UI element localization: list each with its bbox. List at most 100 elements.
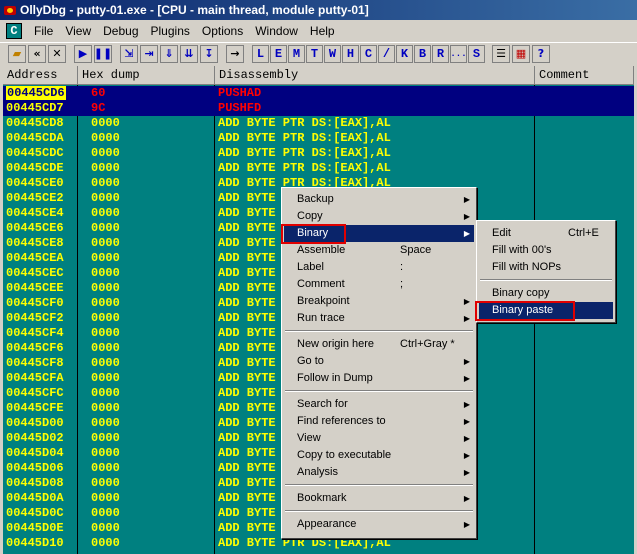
log-window-button[interactable]: L [252,44,269,63]
hex-cell: 0000 [91,506,120,520]
menu-item-breakpoint[interactable]: Breakpoint ▶ [284,293,474,310]
menu-window[interactable]: Window [249,22,304,40]
hex-cell: 0000 [91,221,120,235]
address-cell: 00445CF8 [6,356,64,370]
address-cell: 00445CDC [6,146,64,160]
menu-item-appearance[interactable]: Appearance ▶ [284,516,474,533]
window-title: OllyDbg - putty-01.exe - [CPU - main thr… [20,3,369,17]
address-cell: 00445D0E [6,521,64,535]
table-row[interactable]: 00445CD8 0000 ADD BYTE PTR DS:[EAX],AL [3,116,634,131]
column-header-hex-dump[interactable]: Hex dump [78,66,215,85]
column-header-comment[interactable]: Comment [535,66,634,85]
menu-file[interactable]: File [28,22,59,40]
menu-item-label: Fill with 00's [492,244,552,256]
menu-item-bookmark[interactable]: Bookmark ▶ [284,490,474,507]
references-button[interactable]: R [432,44,449,63]
column-header-disassembly[interactable]: Disassembly [215,66,535,85]
execute-till-return-icon[interactable]: ↧ [200,44,218,63]
menu-item-label: Find references to [297,415,386,427]
hex-cell: 0000 [91,341,120,355]
source-button[interactable]: S [468,44,485,63]
help-icon[interactable]: ? [532,44,550,63]
call-stack-button[interactable]: K [396,44,413,63]
address-cell: 00445CE6 [6,221,64,235]
menu-options[interactable]: Options [196,22,249,40]
menu-item-new-origin-here[interactable]: New origin here Ctrl+Gray * [284,336,474,353]
breakpoints-button[interactable]: B [414,44,431,63]
submenu-arrow-icon: ▶ [463,195,470,204]
trace-over-icon[interactable]: ⇊ [180,44,198,63]
menu-item-find-references-to[interactable]: Find references to ▶ [284,413,474,430]
grid-icon[interactable]: ▦ [512,44,530,63]
table-row[interactable]: 00445CDC 0000 ADD BYTE PTR DS:[EAX],AL [3,146,634,161]
hex-cell: 0000 [91,296,120,310]
goto-icon[interactable]: → [226,44,244,63]
threads-button[interactable]: T [306,44,323,63]
menu-item-analysis[interactable]: Analysis ▶ [284,464,474,481]
executable-modules-button[interactable]: E [270,44,287,63]
step-over-icon[interactable]: ⇥ [140,44,158,63]
memory-map-button[interactable]: M [288,44,305,63]
cpu-window-icon[interactable]: C [6,23,22,39]
submenu-item-binary-copy[interactable]: Binary copy [479,285,613,302]
run-trace-button[interactable]: ... [450,44,467,63]
restart-icon[interactable]: « [28,44,46,63]
trace-into-icon[interactable]: ⇓ [160,44,178,63]
menu-item-label: Bookmark [297,492,347,504]
run-icon[interactable]: ▶ [74,44,92,63]
patches-button[interactable]: / [378,44,395,63]
address-cell: 00445D0A [6,491,64,505]
menu-bar: C File View Debug Plugins Options Window… [0,21,637,41]
address-cell: 00445CE2 [6,191,64,205]
submenu-item-binary-paste[interactable]: Binary paste [479,302,613,319]
submenu-arrow-icon: ▶ [463,451,470,460]
submenu-item-edit[interactable]: Edit Ctrl+E [479,225,613,242]
menu-item-comment[interactable]: Comment; [284,276,474,293]
cpu-button[interactable]: C [360,44,377,63]
menu-item-binary[interactable]: Binary ▶ [284,225,474,242]
menu-debug[interactable]: Debug [97,22,144,40]
table-row[interactable]: 00445CDE 0000 ADD BYTE PTR DS:[EAX],AL [3,161,634,176]
disassembly-cell: ADD BYTE PTR DS:[EAX],AL [218,131,391,145]
table-row[interactable]: 00445CD6 60 PUSHAD [3,86,634,101]
handles-button[interactable]: H [342,44,359,63]
menu-item-view[interactable]: View ▶ [284,430,474,447]
pause-icon[interactable]: ❚❚ [94,44,112,63]
menu-item-label: Binary [297,227,329,239]
menu-item-copy[interactable]: Copy ▶ [284,208,474,225]
menu-item-copy-to-executable[interactable]: Copy to executable ▶ [284,447,474,464]
menu-item-go-to[interactable]: Go to ▶ [284,353,474,370]
address-cell: 00445CEE [6,281,64,295]
hex-cell: 0000 [91,326,120,340]
table-row[interactable]: 00445CD7 9C PUSHFD [3,101,634,116]
table-row[interactable]: 00445CDA 0000 ADD BYTE PTR DS:[EAX],AL [3,131,634,146]
menu-item-follow-in-dump[interactable]: Follow in Dump ▶ [284,370,474,387]
menu-view[interactable]: View [59,22,97,40]
windows-button[interactable]: W [324,44,341,63]
close-icon[interactable]: ✕ [48,44,66,63]
address-cell: 00445CD8 [6,116,64,130]
menu-item-label: Copy [297,210,323,222]
address-cell: 00445CDE [6,161,64,175]
hex-cell: 0000 [91,446,120,460]
list-icon[interactable]: ☰ [492,44,510,63]
step-into-icon[interactable]: ⇲ [120,44,138,63]
address-cell: 00445CEA [6,251,64,265]
address-cell: 00445CFA [6,371,64,385]
open-icon[interactable]: ▰ [8,44,26,63]
menu-help[interactable]: Help [304,22,341,40]
menu-item-search-for[interactable]: Search for ▶ [284,396,474,413]
menu-item-label[interactable]: Label: [284,259,474,276]
submenu-item-fill-with-nops[interactable]: Fill with NOPs [479,259,613,276]
column-header-address[interactable]: Address [3,66,78,85]
submenu-item-fill-with-00-s[interactable]: Fill with 00's [479,242,613,259]
hex-cell: 0000 [91,491,120,505]
menu-item-shortcut: Ctrl+E [568,227,599,239]
menu-item-backup[interactable]: Backup ▶ [284,191,474,208]
menu-separator [285,390,473,392]
menu-plugins[interactable]: Plugins [145,22,196,40]
menu-item-run-trace[interactable]: Run trace ▶ [284,310,474,327]
menu-item-assemble[interactable]: Assemble Space [284,242,474,259]
menu-item-shortcut: ; [400,278,404,290]
submenu-arrow-icon: ▶ [463,314,470,323]
